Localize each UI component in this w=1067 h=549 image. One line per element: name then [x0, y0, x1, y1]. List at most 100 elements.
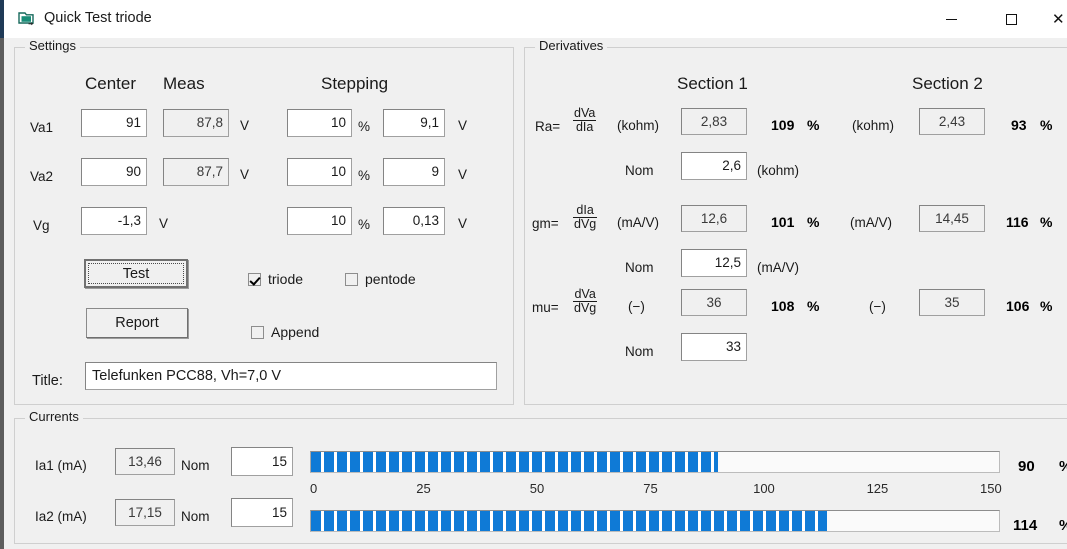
ia1-nom-input[interactable]: 15	[231, 447, 293, 476]
ra-percent-symbol-section1: %	[807, 117, 820, 133]
append-checkbox-label: Append	[271, 324, 320, 340]
ra-unit-section2: (kohm)	[852, 118, 895, 133]
va1-center-input[interactable]: 91	[81, 109, 147, 137]
va1-percent-symbol: %	[358, 119, 371, 134]
mu-percent-symbol-section2: %	[1040, 298, 1053, 314]
background-window-sliver	[0, 0, 4, 549]
triode-checkbox[interactable]: triode	[248, 271, 303, 287]
gm-value-section2: 14,45	[919, 205, 985, 232]
test-button[interactable]: Test	[84, 259, 188, 288]
ia2-percent: 114	[1013, 517, 1038, 534]
gm-percent-section2: 116	[1006, 214, 1029, 230]
report-button-label: Report	[115, 315, 159, 331]
va2-center-input[interactable]: 90	[81, 158, 147, 186]
column-header-stepping: Stepping	[321, 74, 389, 93]
gm-nom-unit: (mA/V)	[757, 260, 799, 275]
derivatives-group: Derivatives Section 1 Section 2 Ra= dVa …	[524, 39, 1067, 405]
va2-step-unit: V	[458, 167, 468, 182]
vg-step-unit: V	[458, 216, 468, 231]
currents-group: Currents Ia1 (mA) 13,46 Nom 15 90 % 0 25 5…	[14, 410, 1067, 544]
gm-fraction: dIa dVg	[573, 204, 598, 231]
ra-percent-section1: 109	[771, 117, 795, 133]
va2-step-percent-input[interactable]: 10	[287, 158, 352, 186]
gm-value-section1: 12,6	[681, 205, 747, 232]
gm-percent-symbol-section2: %	[1040, 214, 1053, 230]
va1-step-value-input[interactable]: 9,1	[383, 109, 445, 137]
row-label-vg: Vg	[33, 218, 50, 233]
va1-meas-value: 87,8	[163, 109, 229, 137]
ra-nom-input[interactable]: 2,6	[681, 152, 747, 180]
window-title: Quick Test triode	[44, 10, 152, 26]
mu-unit-section1: (−)	[628, 299, 645, 314]
ia1-percent: 90	[1018, 458, 1035, 475]
ia2-value: 17,15	[115, 499, 175, 526]
gm-unit-section1: (mA/V)	[617, 215, 659, 230]
va1-step-percent-input[interactable]: 10	[287, 109, 352, 137]
va1-meas-unit: V	[240, 118, 250, 133]
application-window: Quick Test triode ✕ Settings Center Meas…	[0, 0, 1067, 549]
maximize-icon	[988, 0, 1034, 38]
folder-window-icon	[18, 11, 35, 26]
ra-percent-section2: 93	[1011, 117, 1027, 133]
maximize-button[interactable]	[988, 0, 1034, 38]
close-button[interactable]: ✕	[1048, 0, 1067, 38]
checkbox-checked-icon	[248, 272, 261, 286]
ia2-progress-fill	[311, 511, 827, 531]
mu-value-section1: 36	[681, 289, 747, 316]
mu-fraction-numerator: dVa	[574, 287, 596, 301]
scale-tick: 125	[866, 481, 889, 496]
section1-header: Section 1	[677, 74, 748, 93]
scale-tick: 150	[980, 481, 1002, 496]
mu-fraction: dVa dVg	[573, 287, 598, 315]
checkbox-unchecked-icon	[345, 272, 358, 286]
va1-step-unit: V	[458, 118, 468, 133]
ra-percent-symbol-section2: %	[1040, 117, 1053, 133]
mu-nom-input[interactable]: 33	[681, 333, 747, 361]
ia2-label: Ia2 (mA)	[35, 509, 87, 524]
vg-step-value-input[interactable]: 0,13	[383, 207, 445, 235]
mu-percent-section2: 106	[1006, 298, 1030, 314]
gm-nom-input[interactable]: 12,5	[681, 249, 747, 277]
ra-fraction-denominator: dIa	[573, 119, 597, 134]
ia2-nom-input[interactable]: 15	[231, 498, 293, 527]
mu-percent-section1: 108	[771, 298, 795, 314]
va2-meas-value: 87,7	[163, 158, 229, 186]
ia2-progress-bar	[310, 510, 1000, 532]
gm-percent-section1: 101	[771, 214, 795, 230]
ra-unit-section1: (kohm)	[617, 118, 660, 133]
gm-fraction-denominator: dVg	[573, 216, 598, 231]
minimize-button[interactable]	[928, 0, 974, 38]
ia2-percent-symbol: %	[1059, 517, 1067, 534]
scale-tick: 100	[753, 481, 775, 496]
ia1-label: Ia1 (mA)	[35, 458, 87, 473]
ra-nom-label: Nom	[625, 163, 654, 178]
triode-checkbox-label: triode	[268, 271, 304, 287]
derivatives-legend: Derivatives	[535, 39, 608, 53]
background-window-body	[0, 38, 4, 549]
pentode-checkbox[interactable]: pentode	[345, 271, 416, 287]
report-button[interactable]: Report	[86, 308, 188, 338]
va2-step-value-input[interactable]: 9	[383, 158, 445, 186]
mu-percent-symbol-section1: %	[807, 298, 820, 314]
scale-tick: 25	[416, 481, 431, 496]
vg-meas-unit: V	[159, 216, 169, 231]
ia1-percent-symbol: %	[1059, 458, 1067, 475]
va2-meas-unit: V	[240, 167, 250, 182]
append-checkbox[interactable]: Append	[251, 324, 319, 340]
vg-center-input[interactable]: -1,3	[81, 207, 147, 235]
mu-symbol: mu=	[532, 300, 559, 315]
mu-fraction-denominator: dVg	[573, 300, 598, 315]
ra-fraction: dVa dIa	[573, 107, 597, 134]
gm-percent-symbol-section1: %	[807, 214, 820, 230]
vg-step-percent-input[interactable]: 10	[287, 207, 352, 235]
ia1-value: 13,46	[115, 448, 175, 475]
row-label-va2: Va2	[30, 169, 54, 184]
close-icon: ✕	[1052, 11, 1065, 28]
checkbox-unchecked-icon	[251, 325, 264, 339]
ra-symbol: Ra=	[535, 119, 561, 134]
mu-nom-label: Nom	[625, 344, 654, 359]
ia1-progress-bar	[310, 451, 1000, 473]
vg-percent-symbol: %	[358, 217, 371, 232]
title-input[interactable]: Telefunken PCC88, Vh=7,0 V	[85, 362, 497, 390]
va2-percent-symbol: %	[358, 168, 371, 183]
